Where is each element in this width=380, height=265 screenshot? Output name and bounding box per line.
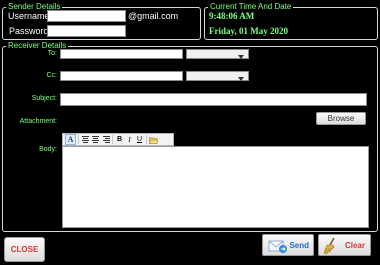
underline-button[interactable]: U [135,135,144,144]
font-color-icon: A [67,135,74,144]
toolbar-separator [112,135,113,144]
body-textarea[interactable] [62,146,369,228]
align-right-icon[interactable] [101,135,110,144]
to-input[interactable] [60,49,183,59]
send-button[interactable]: Send [262,234,314,256]
password-label: Password [9,26,49,36]
bold-button[interactable]: B [115,135,124,144]
clear-label: Clear [344,240,365,250]
toolbar-separator [78,135,79,144]
send-label: Send [289,240,309,250]
browse-button[interactable]: Browse [316,112,366,125]
font-color-button[interactable]: A [65,134,76,145]
open-folder-icon [149,136,158,144]
gmail-domain-label: @gmail.com [128,11,179,21]
bold-icon: B [116,136,123,143]
to-address-select[interactable] [186,49,249,59]
clear-button[interactable]: Clear [318,234,371,256]
send-mail-icon [268,240,287,253]
cc-address-select[interactable] [186,71,249,81]
close-button[interactable]: CLOSE [4,237,45,262]
username-field[interactable] [47,10,126,22]
password-field[interactable] [47,25,126,37]
body-label: Body: [39,146,57,153]
attachment-label: Attachment: [19,118,57,125]
subject-label: Subject: [31,95,57,102]
underline-icon: U [136,136,143,143]
chevron-down-icon [238,55,244,59]
subject-input[interactable] [60,93,367,106]
current-time-legend: Current Time And Date [210,2,292,11]
cc-label: Cc: [46,72,58,79]
align-left-icon[interactable] [81,135,90,144]
cc-input[interactable] [60,71,183,81]
broom-icon [323,237,335,255]
browse-label: Browse [327,114,355,123]
current-time-value: 9:48:06 AM [209,11,255,21]
current-date-value: Friday, 01 May 2020 [209,26,288,36]
to-label: To: [47,50,57,57]
receiver-details-legend: Receiver Details [8,41,67,50]
close-label: CLOSE [10,245,39,254]
toolbar-separator [146,135,147,144]
editor-toolbar: A B I U [62,133,174,146]
open-folder-button[interactable] [149,135,158,144]
align-center-icon[interactable] [91,135,100,144]
chevron-down-icon [238,77,244,81]
italic-icon: I [128,135,131,144]
italic-button[interactable]: I [125,135,134,144]
username-label: Username [8,11,50,21]
